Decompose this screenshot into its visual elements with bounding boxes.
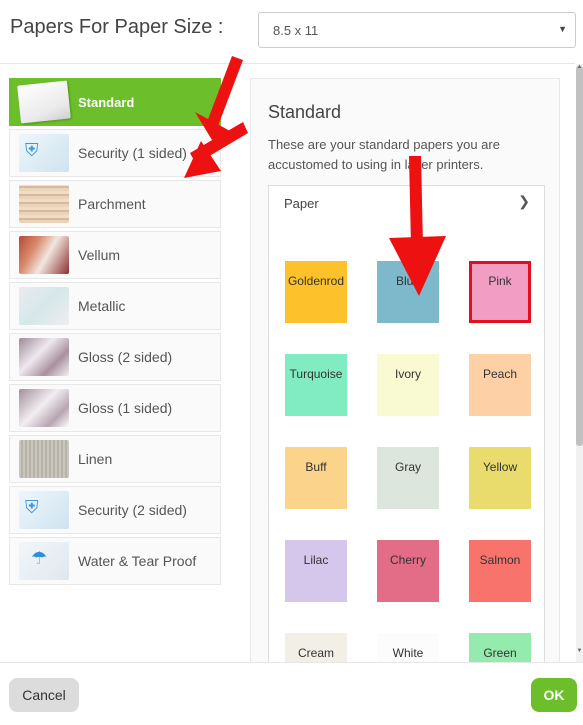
sidebar-item-security-1-sided[interactable]: ⛨ Security (1 sided) [9,129,221,177]
color-swatch-buff[interactable]: Buff [285,447,347,509]
cancel-button[interactable]: Cancel [9,678,79,712]
footer-bar: Cancel OK [0,662,583,725]
sidebar-item-metallic[interactable]: Metallic [9,282,221,330]
chevron-down-icon[interactable]: ❯ [518,193,530,210]
color-swatch-goldenrod[interactable]: Goldenrod [285,261,347,323]
sidebar-item-vellum[interactable]: Vellum [9,231,221,279]
header-bar: Papers For Paper Size : 8.5 x 11 ▼ [0,0,583,60]
caret-down-icon: ▼ [558,24,567,34]
standard-paper-thumbnail [17,80,71,124]
sidebar-item-water-tear-proof[interactable]: ☂ Water & Tear Proof [9,537,221,585]
scroll-up-arrow-icon[interactable]: ▲ [576,64,583,72]
sidebar-item-label: Security (2 sided) [78,502,187,518]
section-title: Standard [268,102,342,122]
paper-size-select[interactable]: 8.5 x 11 ▼ [258,12,576,48]
paper-details-panel: Standard These are your standard papers … [250,78,560,669]
sidebar-item-parchment[interactable]: Parchment [9,180,221,228]
sidebar-item-gloss-1-sided[interactable]: Gloss (1 sided) [9,384,221,432]
gloss-paper-thumbnail [19,389,69,427]
security-paper-thumbnail: ⛨ [19,134,69,172]
security-paper-thumbnail: ⛨ [19,491,69,529]
page-title: Papers For Paper Size : [10,16,224,38]
sidebar-item-standard[interactable]: Standard [9,78,221,126]
shield-icon: ⛨ [25,140,39,160]
sidebar-item-linen[interactable]: Linen [9,435,221,483]
color-swatch-yellow[interactable]: Yellow [469,447,531,509]
paper-type-sidebar: Standard ⛨ Security (1 sided) Parchment … [9,78,221,588]
scroll-down-arrow-icon[interactable]: ▼ [576,648,583,656]
umbrella-icon: ☂ [31,548,48,568]
color-swatch-lilac[interactable]: Lilac [285,540,347,602]
sidebar-item-label: Gloss (2 sided) [78,349,173,365]
linen-paper-thumbnail [19,440,69,478]
ok-button[interactable]: OK [531,678,577,712]
color-swatch-salmon[interactable]: Salmon [469,540,531,602]
shield-icon: ⛨ [25,497,39,517]
color-swatch-pink[interactable]: Pink [469,261,531,323]
parchment-paper-thumbnail [19,185,69,223]
paper-dropdown-label: Paper [284,196,319,211]
sidebar-item-label: Security (1 sided) [78,145,187,161]
color-swatch-grid: Goldenrod Blue Pink Turquoise Ivory Peach Buff… [268,220,545,669]
scrollbar[interactable] [576,64,583,662]
color-swatch-cherry[interactable]: Cherry [377,540,439,602]
color-swatch-turquoise[interactable]: Turquoise [285,354,347,416]
sidebar-item-label: Standard [78,94,135,110]
sidebar-item-label: Linen [78,451,113,467]
sidebar-item-label: Parchment [78,196,146,212]
sidebar-item-label: Vellum [78,247,121,263]
sidebar-item-label: Metallic [78,298,126,314]
metallic-paper-thumbnail [19,287,69,325]
paper-size-value: 8.5 x 11 [273,23,319,38]
sidebar-item-gloss-2-sided[interactable]: Gloss (2 sided) [9,333,221,381]
section-description: These are your standard papers you are a… [268,137,500,172]
color-swatch-blue[interactable]: Blue [377,261,439,323]
color-swatch-gray[interactable]: Gray [377,447,439,509]
scrollbar-thumb[interactable] [576,66,583,446]
paper-dropdown[interactable]: Paper ❯ [268,185,545,221]
water-tear-proof-thumbnail: ☂ [19,542,69,580]
color-swatch-ivory[interactable]: Ivory [377,354,439,416]
sidebar-item-label: Water & Tear Proof [78,553,197,569]
divider [0,63,575,64]
sidebar-item-security-2-sided[interactable]: ⛨ Security (2 sided) [9,486,221,534]
color-swatch-peach[interactable]: Peach [469,354,531,416]
gloss-paper-thumbnail [19,338,69,376]
vellum-paper-thumbnail [19,236,69,274]
sidebar-item-label: Gloss (1 sided) [78,400,173,416]
